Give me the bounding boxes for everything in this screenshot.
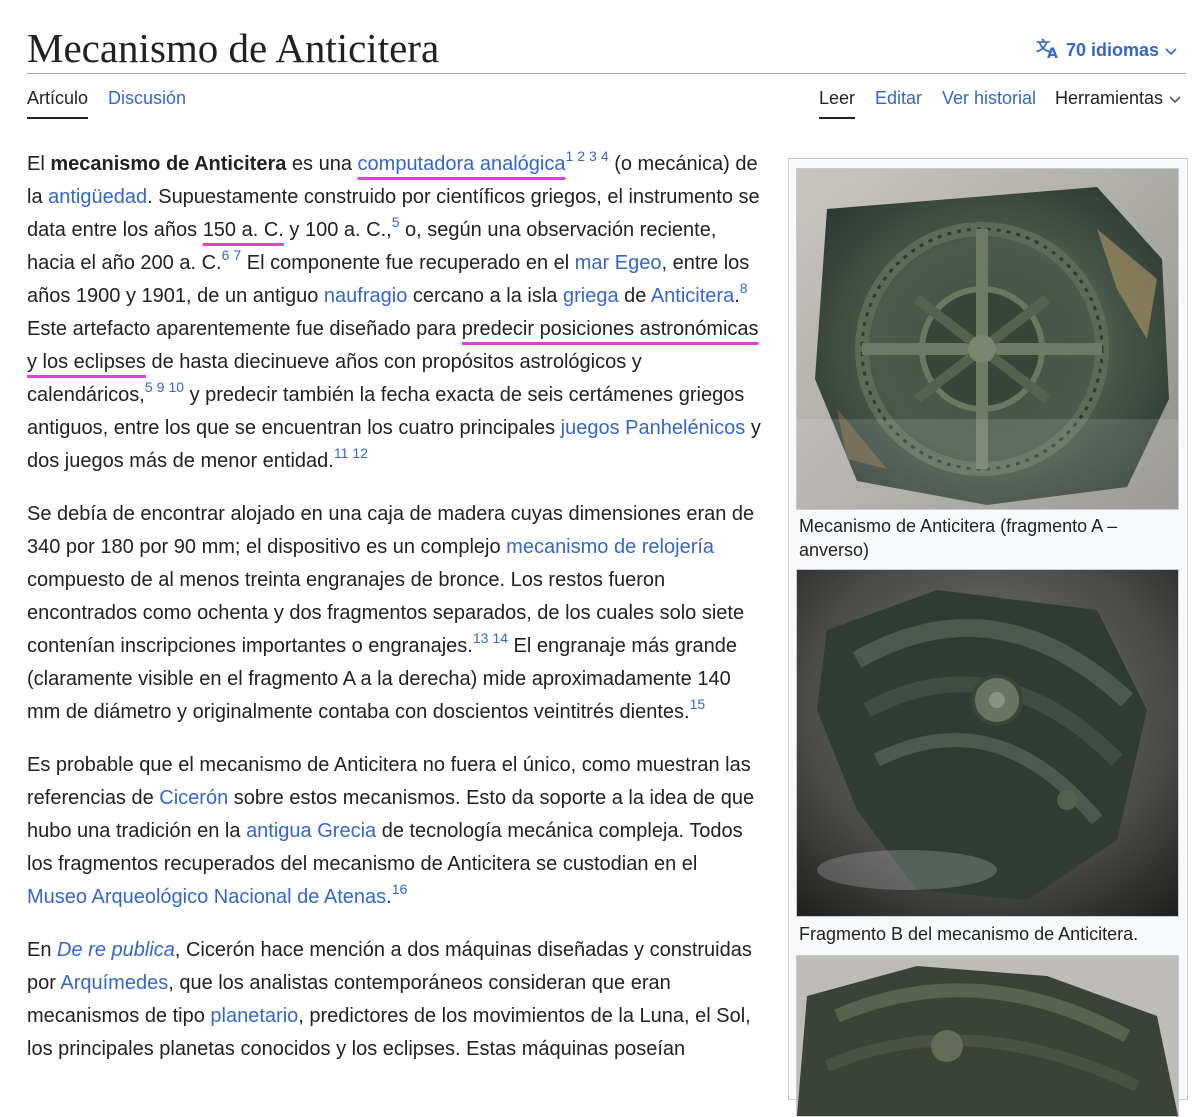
reference-group: 13 14 — [473, 630, 508, 646]
text: cercano a la isla — [407, 285, 563, 307]
reference-link[interactable]: 10 — [168, 379, 184, 395]
link-griega[interactable]: griega — [563, 285, 619, 307]
link-mecanismo-de-relojeria[interactable]: mecanismo de relojería — [506, 536, 714, 558]
reference-group: 5 9 10 — [145, 379, 184, 395]
tab-edit[interactable]: Editar — [875, 85, 922, 117]
image-caption-fragment-a: Mecanismo de Anticitera (fragmento A – a… — [799, 516, 1118, 560]
reference-link[interactable]: 5 — [145, 379, 153, 395]
paragraph-2: Se debía de encontrar alojado en una caj… — [27, 498, 762, 729]
reference-link[interactable]: 9 — [157, 379, 165, 395]
article-body: El mecanismo de Anticitera es una comput… — [27, 148, 762, 1086]
highlighted-date: 150 a. C. — [202, 219, 284, 241]
text: de — [618, 285, 651, 307]
tools-menu-label: Herramientas — [1055, 88, 1164, 108]
bold-term: mecanismo de Anticitera — [50, 153, 287, 175]
image-fragment-b[interactable] — [796, 569, 1179, 917]
reference-group: 5 — [392, 214, 400, 230]
reference-group: 8 — [740, 280, 748, 296]
language-count: 70 idiomas — [1066, 39, 1160, 60]
reference-group: 11 12 — [334, 445, 368, 461]
link-antigua-grecia[interactable]: antigua Grecia — [246, 820, 376, 842]
link-computadora-analogica[interactable]: computadora analógica — [358, 153, 566, 175]
text: El componente fue recuperado en el — [241, 252, 575, 274]
reference-group: 67 — [222, 247, 242, 263]
text: En — [27, 939, 58, 961]
reference-link[interactable]: 12 — [352, 445, 368, 461]
image-fragment-c[interactable] — [796, 955, 1179, 1117]
tab-article[interactable]: Artículo — [27, 85, 89, 119]
link-mar-egeo[interactable]: mar Egeo — [575, 252, 662, 274]
reference-link[interactable]: 14 — [492, 630, 508, 646]
tab-view-history[interactable]: Ver historial — [942, 85, 1036, 117]
tab-read[interactable]: Leer — [819, 85, 856, 119]
reference-link[interactable]: 8 — [740, 280, 748, 296]
text: Este artefacto aparentemente fue diseñad… — [27, 318, 462, 340]
title-divider — [27, 73, 1186, 74]
reference-group: 1234 — [565, 148, 608, 164]
reference-link[interactable]: 13 — [473, 630, 489, 646]
link-de-re-publica[interactable]: De re publica — [57, 939, 175, 961]
text: El — [27, 153, 51, 175]
link-planetario[interactable]: planetario — [210, 1005, 298, 1027]
reference-group: 16 — [392, 881, 408, 897]
chevron-down-icon — [1165, 40, 1177, 61]
link-juegos-panhelenicos[interactable]: juegos Panhelénicos — [561, 417, 746, 439]
italic-title: De re publica — [57, 939, 175, 961]
reference-link[interactable]: 16 — [392, 881, 408, 897]
text: y 100 a. C., — [283, 219, 392, 241]
paragraph-1: El mecanismo de Anticitera es una comput… — [27, 148, 762, 478]
text: es una — [286, 153, 358, 175]
image-caption-fragment-b: Fragmento B del mecanismo de Anticitera. — [799, 924, 1139, 944]
link-museo-arqueologico[interactable]: Museo Arqueológico Nacional de Atenas — [27, 886, 386, 908]
reference-link[interactable]: 3 — [589, 148, 597, 164]
chevron-down-icon — [1169, 88, 1181, 108]
svg-text:A: A — [1047, 46, 1058, 59]
tab-discussion[interactable]: Discusión — [108, 85, 186, 117]
reference-link[interactable]: 15 — [690, 696, 706, 712]
reference-link[interactable]: 4 — [601, 148, 609, 164]
tools-menu[interactable]: Herramientas — [1055, 85, 1181, 117]
link-anticitera[interactable]: Anticitera — [651, 285, 734, 307]
reference-link[interactable]: 5 — [392, 214, 400, 230]
infobox: Mecanismo de Anticitera (fragmento A – a… — [788, 158, 1188, 1117]
reference-link[interactable]: 2 — [577, 148, 585, 164]
reference-link[interactable]: 6 — [222, 247, 230, 263]
paragraph-3: Es probable que el mecanismo de Anticite… — [27, 749, 762, 914]
link-arquimedes[interactable]: Arquímedes — [60, 972, 168, 994]
language-selector-button[interactable]: 文 A 70 idiomas — [1036, 36, 1177, 64]
reference-link[interactable]: 11 — [334, 445, 349, 461]
paragraph-4: En De re publica, Cicerón hace mención a… — [27, 934, 762, 1066]
image-fragment-a[interactable] — [796, 168, 1179, 510]
link-antiguedad[interactable]: antigüedad — [48, 186, 147, 208]
link-ciceron[interactable]: Cicerón — [159, 787, 228, 809]
reference-group: 15 — [690, 696, 706, 712]
reference-link[interactable]: 1 — [565, 148, 573, 164]
translate-icon: 文 A — [1036, 37, 1060, 64]
page-title: Mecanismo de Anticitera — [27, 25, 440, 71]
link-naufragio[interactable]: naufragio — [324, 285, 407, 307]
